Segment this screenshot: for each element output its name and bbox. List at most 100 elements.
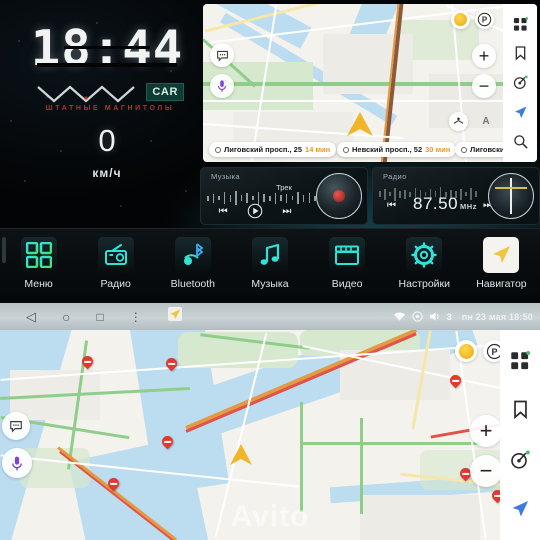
dock-label: Радио: [100, 278, 131, 290]
parking-toggle-button[interactable]: P: [475, 10, 494, 29]
zoom-in-button[interactable]: +: [470, 415, 502, 447]
dial-center-icon: [333, 190, 345, 202]
wifi-icon: [393, 312, 405, 321]
brand-tagline: ШТАТНЫЕ МАГНИТОЛЫ: [45, 105, 175, 112]
dock-label: Навигатор: [476, 278, 527, 290]
sidebar-item-search[interactable]: [509, 130, 531, 152]
route-dot-icon: [343, 146, 349, 153]
radio-tuning-dial[interactable]: [488, 173, 534, 219]
svg-text:P: P: [482, 16, 488, 25]
vehicle-position-arrow: [230, 444, 252, 465]
music-play-button[interactable]: [247, 203, 263, 219]
home-button[interactable]: ○: [62, 309, 70, 325]
traffic-icon: [454, 13, 467, 26]
radio-player-panel[interactable]: Радио ⏮ 87.50 MHz ⏭: [372, 167, 540, 225]
search-icon: [513, 135, 527, 149]
vehicle-position-arrow: [347, 112, 373, 136]
dock-item-music[interactable]: Музыка: [231, 237, 308, 290]
navigation-arrow-icon: [514, 106, 527, 118]
dock-item-bluetooth[interactable]: Bluetooth: [154, 237, 231, 290]
music-button[interactable]: [251, 237, 288, 273]
clapperboard-icon: [335, 245, 360, 265]
chat-bubble-icon: [216, 50, 228, 62]
dock-item-menu[interactable]: Меню: [0, 237, 77, 290]
volume-icon: [429, 312, 439, 321]
zoom-out-button[interactable]: −: [472, 74, 496, 98]
bookmark-icon: [515, 46, 525, 61]
bluetooth-button[interactable]: [174, 237, 211, 273]
route-eta: 30 мин: [425, 145, 451, 154]
traffic-toggle-button[interactable]: [455, 340, 477, 362]
dock-item-radio[interactable]: Радио: [77, 237, 154, 290]
discovery-icon: [511, 450, 530, 469]
gear-icon: [411, 242, 437, 268]
zoom-out-button[interactable]: −: [470, 455, 502, 487]
map-tilt-button[interactable]: [449, 112, 468, 131]
apps-grid-icon: [511, 350, 530, 369]
sidebar-item-discovery[interactable]: [509, 72, 531, 94]
brand-badge: CAR: [146, 83, 184, 101]
android-navigation-bar: ◁ ○ □ ⋮ 3 пн 23 мая 18:50: [0, 303, 540, 330]
bluetooth-phone-icon: [183, 243, 204, 265]
cluster-widget: 18:44 CAR ШТАТНЫЕ МАГНИТОЛЫ 0 км/ч: [12, 24, 202, 180]
navigator-app-shortcut[interactable]: [167, 307, 182, 326]
app-dock: Меню Радио Bluetooth Музыка Видео Настро…: [0, 228, 540, 303]
dock-scroll-indicator[interactable]: [2, 237, 6, 263]
dock-item-navigator[interactable]: Навигатор: [463, 237, 540, 290]
chat-bubble-button[interactable]: [210, 43, 234, 67]
back-button[interactable]: ◁: [26, 309, 36, 325]
radio-prev-button[interactable]: ⏮: [387, 200, 396, 211]
svg-text:P: P: [491, 347, 497, 357]
map-sidebar: [503, 4, 537, 162]
navigator-button[interactable]: [483, 237, 520, 273]
route-dot-icon: [215, 146, 221, 153]
music-transport-controls: ⏮ ⏭: [209, 203, 301, 219]
status-datetime: пн 23 мая 18:50: [461, 311, 533, 322]
navigator-arrow-icon: [493, 246, 511, 263]
music-prev-button[interactable]: ⏮: [219, 206, 228, 217]
status-icons: 3 пн 23 мая 18:50: [393, 311, 540, 322]
sidebar-item-navigation[interactable]: [509, 101, 531, 123]
tilt-icon: [453, 117, 464, 124]
sidebar-item-apps[interactable]: [509, 14, 531, 36]
settings-button[interactable]: [406, 237, 443, 273]
bottom-map-screen[interactable]: P + − Avito: [0, 330, 540, 540]
zoom-in-button[interactable]: +: [472, 44, 496, 68]
map-canvas: [0, 330, 540, 540]
voice-assistant-button[interactable]: [2, 448, 32, 478]
map-sidebar: [500, 330, 540, 540]
music-album-dial[interactable]: [316, 173, 362, 219]
sidebar-item-navigation[interactable]: [509, 498, 531, 520]
compass-label[interactable]: A: [477, 112, 495, 130]
dock-item-video[interactable]: Видео: [309, 237, 386, 290]
radio-frequency-unit: MHz: [460, 202, 477, 211]
route-chip[interactable]: Лиговский просп., 25 14 мин: [209, 142, 337, 157]
route-address: Невский просп., 52: [352, 145, 423, 154]
sidebar-item-apps[interactable]: [509, 350, 531, 372]
discovery-icon: [513, 75, 528, 90]
music-player-panel[interactable]: Музыка Трек ⏮ ⏭: [200, 167, 368, 225]
dock-label: Меню: [24, 278, 53, 290]
sidebar-item-bookmarks[interactable]: [509, 399, 531, 421]
top-map-widget[interactable]: P + − A Лиговский просп., 25 14 мин Невс…: [203, 4, 537, 162]
route-chip[interactable]: Невский просп., 52 30 мин: [337, 142, 457, 157]
chat-bubble-button[interactable]: [2, 412, 30, 440]
traffic-toggle-button[interactable]: [451, 10, 470, 29]
sidebar-item-discovery[interactable]: [509, 449, 531, 471]
video-button[interactable]: [329, 237, 366, 273]
radio-button[interactable]: [97, 237, 134, 273]
dock-item-settings[interactable]: Настройки: [386, 237, 463, 290]
sidebar-item-bookmarks[interactable]: [509, 43, 531, 65]
overflow-button[interactable]: ⋮: [130, 310, 142, 324]
radio-frequency: 87.50 MHz: [413, 194, 477, 214]
route-eta: 14 мин: [305, 145, 331, 154]
radio-frequency-value: 87.50: [413, 194, 459, 213]
recents-button[interactable]: □: [96, 310, 103, 324]
nav-buttons: ◁ ○ □ ⋮: [0, 307, 182, 326]
music-next-button[interactable]: ⏭: [282, 206, 291, 217]
menu-button[interactable]: [20, 237, 57, 273]
voice-assistant-button[interactable]: [210, 74, 234, 98]
play-circle-icon: [247, 203, 263, 219]
radio-icon: [104, 244, 127, 265]
media-bar: Музыка Трек ⏮ ⏭ Радио ⏮ 87.50 MHz ⏭: [200, 167, 540, 225]
